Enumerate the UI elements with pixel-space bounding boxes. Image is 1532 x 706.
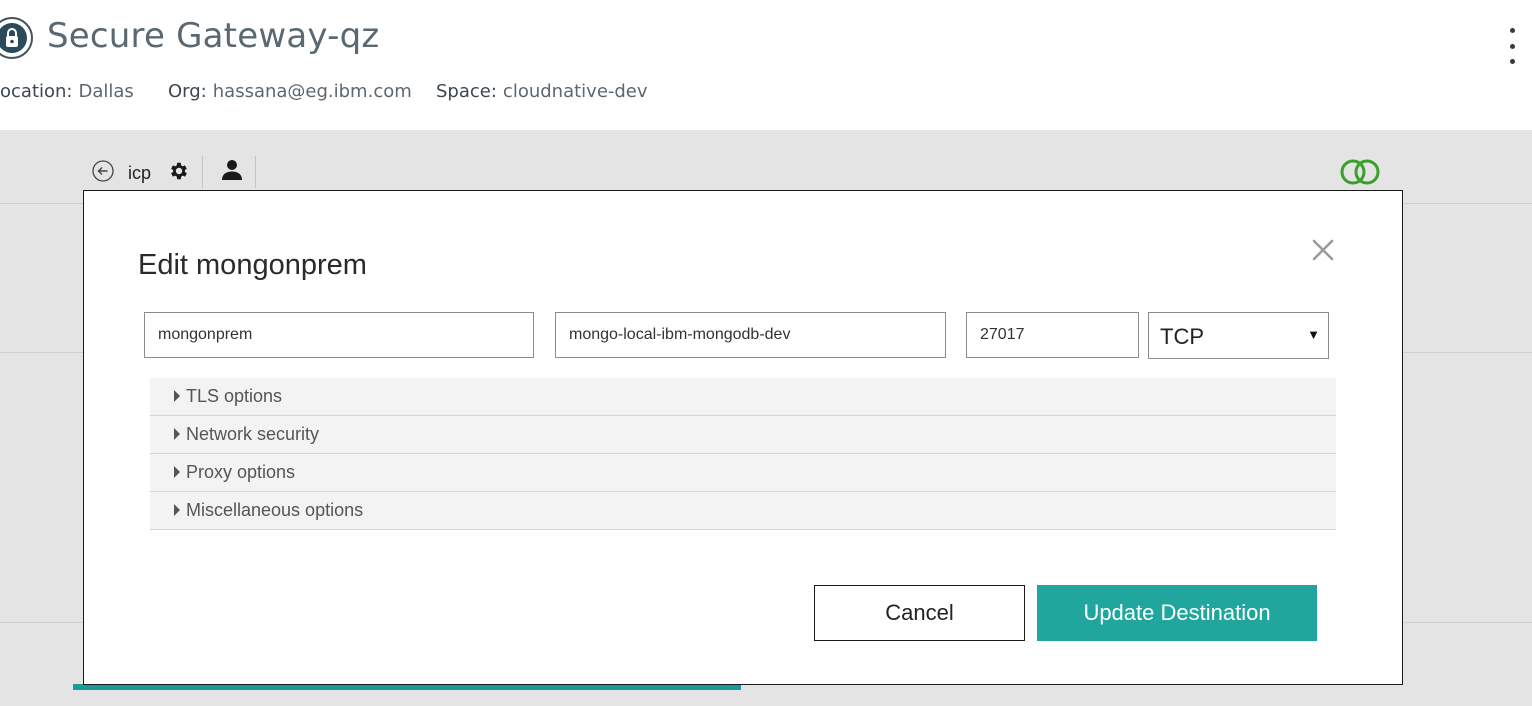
space-label: Space: [436, 81, 497, 102]
location-label: ocation: [0, 81, 73, 102]
location-value: Dallas [78, 81, 134, 102]
toolbar-separator [202, 156, 203, 188]
caret-down-icon: ▼ [1307, 327, 1320, 342]
destination-host-input[interactable] [555, 312, 946, 358]
page-title: Secure Gateway-qz [47, 16, 380, 56]
toolbar-separator [255, 156, 256, 188]
user-icon[interactable] [220, 158, 244, 182]
accordion-proxy-options[interactable]: Proxy options [150, 454, 1336, 492]
back-arrow-icon[interactable] [92, 160, 114, 182]
protocol-select[interactable]: TCP ▼ [1148, 312, 1329, 359]
destination-port-input[interactable] [966, 312, 1139, 358]
accordion-network-security[interactable]: Network security [150, 416, 1336, 454]
caret-right-icon [174, 428, 180, 440]
options-accordion: TLS options Network security Proxy optio… [150, 378, 1336, 530]
cancel-button[interactable]: Cancel [814, 585, 1025, 641]
edit-destination-modal: Edit mongonprem TCP ▼ TLS options Networ… [83, 190, 1403, 685]
accordion-miscellaneous-options[interactable]: Miscellaneous options [150, 492, 1336, 530]
org-label: Org: [168, 81, 207, 102]
accordion-tls-options[interactable]: TLS options [150, 378, 1336, 416]
modal-title: Edit mongonprem [138, 249, 367, 281]
location-info: ocation: Dallas [0, 81, 134, 102]
update-destination-button[interactable]: Update Destination [1037, 585, 1317, 641]
space-info: Space: cloudnative-dev [436, 81, 648, 102]
gateway-name: icp [128, 163, 152, 183]
org-info: Org: hassana@eg.ibm.com [168, 81, 412, 102]
protocol-select-value: TCP [1160, 324, 1204, 349]
caret-right-icon [174, 504, 180, 516]
caret-right-icon [174, 390, 180, 402]
accordion-label: TLS options [186, 386, 283, 406]
kebab-menu-icon[interactable] [1500, 28, 1524, 64]
gear-icon[interactable] [168, 160, 190, 182]
accordion-label: Miscellaneous options [186, 500, 364, 520]
connected-rings-icon [1340, 159, 1380, 185]
accordion-label: Network security [186, 424, 320, 444]
org-value: hassana@eg.ibm.com [212, 81, 412, 102]
caret-right-icon [174, 466, 180, 478]
page-header: Secure Gateway-qz ocation: Dallas Org: has… [0, 0, 1532, 130]
destination-name-input[interactable] [144, 312, 534, 358]
secure-gateway-logo-icon [0, 17, 33, 59]
space-value: cloudnative-dev [502, 81, 648, 102]
accordion-label: Proxy options [186, 462, 296, 482]
close-icon[interactable] [1310, 237, 1336, 263]
